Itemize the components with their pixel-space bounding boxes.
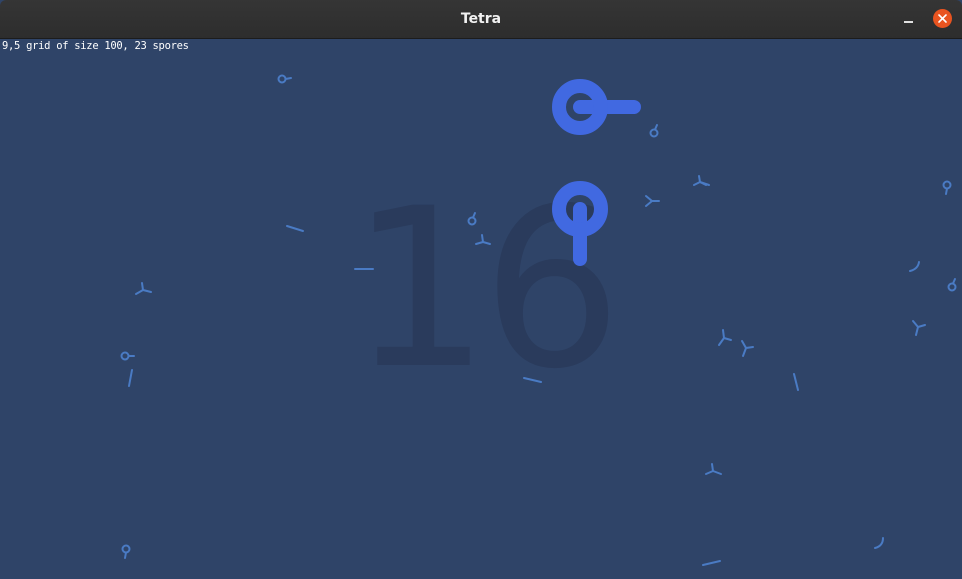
window-title: Tetra bbox=[460, 11, 502, 27]
grid-info-text: 9,5 grid of size 100, 23 spores bbox=[2, 40, 189, 52]
spore-tri bbox=[705, 463, 722, 475]
title-bar[interactable]: Tetra bbox=[0, 0, 962, 39]
game-canvas[interactable]: 16 9,5 grid of size 100, 23 spores bbox=[0, 39, 962, 579]
spore-line bbox=[286, 225, 304, 232]
player-piece-horizontal bbox=[552, 79, 641, 135]
spore-line bbox=[793, 373, 799, 391]
spore-ring bbox=[649, 124, 659, 138]
spore-tri bbox=[645, 195, 660, 207]
spore-tri bbox=[693, 175, 710, 186]
spore-tri bbox=[912, 320, 926, 336]
spore-ring bbox=[120, 351, 135, 361]
spore-ring bbox=[942, 180, 952, 195]
spore-tri bbox=[135, 282, 152, 295]
close-button[interactable] bbox=[933, 9, 952, 28]
spore-ring bbox=[467, 212, 477, 226]
spore-tri bbox=[475, 234, 491, 245]
close-icon bbox=[938, 14, 947, 23]
spore-ring bbox=[277, 74, 292, 84]
spore-ring bbox=[947, 278, 957, 292]
spore-line bbox=[128, 369, 133, 387]
spore-tri bbox=[718, 329, 732, 346]
spore-tri bbox=[741, 340, 754, 357]
spore-line bbox=[523, 377, 542, 383]
player-piece-vertical bbox=[552, 181, 608, 266]
spore-line bbox=[702, 560, 721, 566]
spore-ring bbox=[121, 544, 131, 559]
spore-arc bbox=[874, 537, 884, 549]
game-field bbox=[120, 74, 957, 566]
app-window: Tetra 16 9,5 grid of size 100, 23 spores bbox=[0, 0, 962, 579]
minimize-button[interactable] bbox=[898, 9, 920, 29]
spore-arc bbox=[909, 261, 920, 272]
